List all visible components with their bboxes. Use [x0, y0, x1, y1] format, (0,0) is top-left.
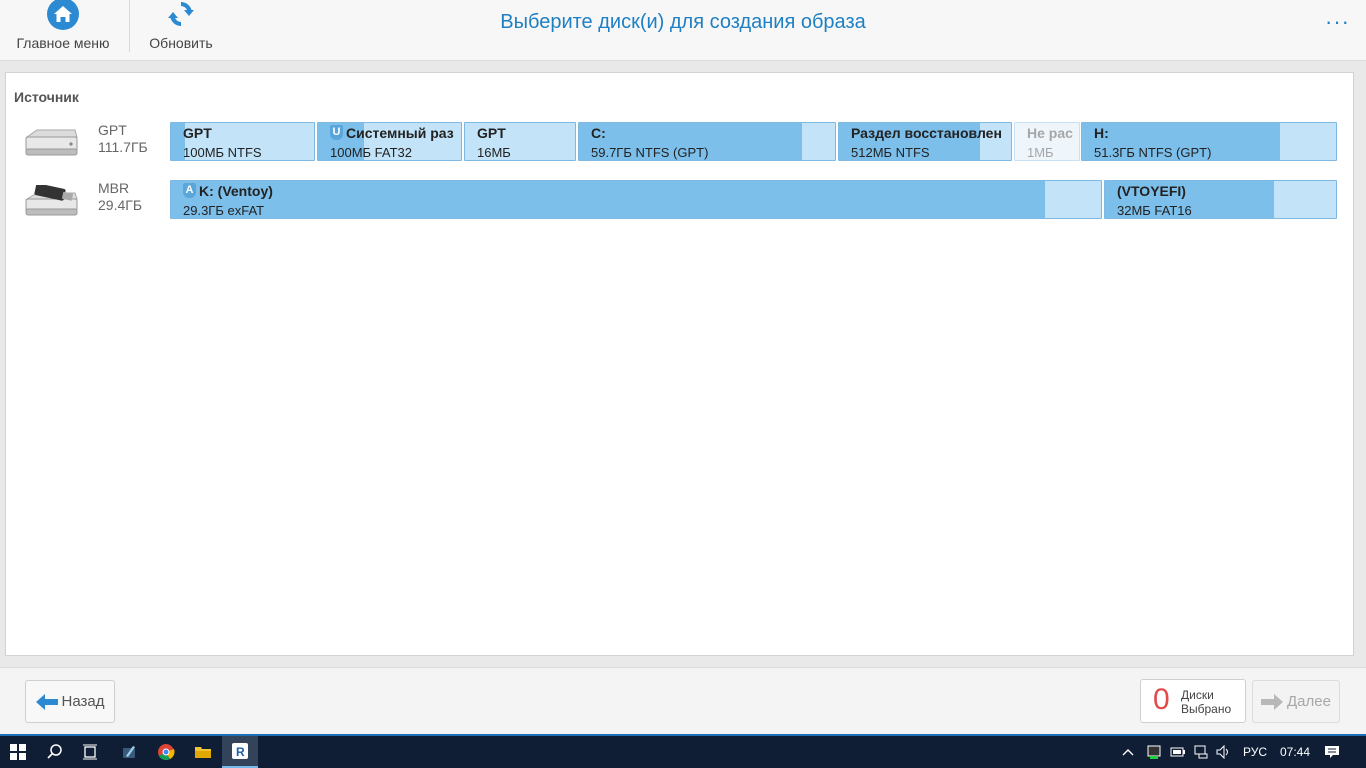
- partition-name: (VTOYEFI): [1117, 183, 1186, 199]
- partition-usage-bar: [171, 181, 1046, 218]
- speaker-icon: [1216, 745, 1228, 759]
- main-menu-label: Главное меню: [16, 35, 110, 51]
- taskbar-app-chrome[interactable]: [148, 736, 184, 768]
- tray-expand-button[interactable]: [1113, 736, 1143, 768]
- partition-info: 59.7ГБ NTFS (GPT): [591, 145, 709, 160]
- bottom-bar: Назад 0 Диски Выбрано Далее: [0, 667, 1366, 734]
- partition-info: 100МБ FAT32: [330, 145, 412, 160]
- arrow-right-icon: [1261, 693, 1284, 710]
- pen-app-icon: [123, 746, 135, 758]
- clock-time[interactable]: 07:44: [1280, 745, 1310, 759]
- source-label: Источник: [14, 89, 79, 105]
- next-label: Далее: [1287, 693, 1331, 710]
- partition-name: U Системный раз: [330, 125, 454, 141]
- partition-info: 29.3ГБ exFAT: [183, 203, 265, 218]
- selected-count: 0: [1153, 683, 1170, 716]
- task-view-button[interactable]: [72, 736, 108, 768]
- partition-name: Раздел восстановлен: [851, 125, 1002, 141]
- partition-info: 1МБ: [1027, 145, 1054, 160]
- back-button[interactable]: Назад: [25, 680, 115, 723]
- tray-battery[interactable]: [1166, 736, 1190, 768]
- partition-gpt-1[interactable]: GPT 100МБ NTFS: [170, 122, 315, 161]
- partition-vtoyefi[interactable]: (VTOYEFI) 32МБ FAT16: [1104, 180, 1337, 219]
- windows-logo-icon: [10, 744, 26, 760]
- partition-info: 16МБ: [477, 145, 511, 160]
- page-title: Выберите диск(и) для создания образа: [500, 11, 866, 33]
- taskbar-app-rescuezilla[interactable]: R: [222, 736, 258, 768]
- disk-type: MBR: [98, 180, 130, 196]
- task-view-icon: [83, 744, 97, 760]
- usb-drive-icon: [25, 185, 78, 216]
- partition-name: C:: [591, 125, 606, 141]
- windows-taskbar: R РУС 07:44: [0, 734, 1366, 768]
- disk-row-2[interactable]: MBR 29.4ГБ A K: (Ventoy) 29.3ГБ exFAT (VT…: [6, 180, 1355, 220]
- battery-icon: [1170, 747, 1185, 757]
- partition-gpt-2[interactable]: GPT 16МБ: [464, 122, 576, 161]
- notifications-icon: [1325, 746, 1339, 758]
- partition-name: Не рас: [1027, 125, 1073, 141]
- partition-info: 512МБ NTFS: [851, 145, 930, 160]
- chevron-up-icon: [1122, 749, 1134, 756]
- uefi-badge-icon: U: [330, 125, 343, 140]
- selected-disks-counter: 0 Диски Выбрано: [1140, 679, 1246, 723]
- r-app-icon: R: [232, 743, 248, 759]
- partition-name: H:: [1094, 125, 1109, 141]
- taskbar-app-explorer[interactable]: [185, 736, 221, 768]
- search-button[interactable]: [37, 736, 73, 768]
- next-button[interactable]: Далее: [1252, 680, 1340, 723]
- refresh-label: Обновить: [149, 35, 213, 51]
- top-toolbar: Главное меню Обновить Выберите диск(и) д…: [0, 0, 1366, 61]
- start-button[interactable]: [0, 736, 36, 768]
- network-status-icon: [1147, 745, 1161, 759]
- chrome-icon: [158, 744, 175, 761]
- partition-unallocated[interactable]: Не рас 1МБ: [1014, 122, 1080, 161]
- taskbar-app-pen[interactable]: [111, 736, 147, 768]
- svg-text:R: R: [236, 745, 245, 759]
- disk-size: 29.4ГБ: [98, 197, 143, 213]
- tray-network-activity[interactable]: [1142, 736, 1166, 768]
- disk-size: 111.7ГБ: [98, 139, 148, 155]
- partition-info: 32МБ FAT16: [1117, 203, 1192, 218]
- partition-name: GPT: [183, 125, 212, 141]
- action-center-button[interactable]: [1316, 736, 1348, 768]
- partition-name: A K: (Ventoy): [183, 183, 273, 199]
- active-badge-icon: A: [183, 183, 196, 198]
- more-options-button[interactable]: ···: [1325, 9, 1350, 35]
- partition-info: 100МБ NTFS: [183, 145, 262, 160]
- partition-ventoy[interactable]: A K: (Ventoy) 29.3ГБ exFAT: [170, 180, 1102, 219]
- disk-info: GPT 111.7ГБ: [98, 122, 148, 156]
- tray-network[interactable]: [1190, 736, 1214, 768]
- arrow-left-icon: [35, 693, 58, 710]
- disk-row-1[interactable]: GPT 111.7ГБ GPT 100МБ NTFS U Системный ра…: [6, 122, 1355, 162]
- tray-volume[interactable]: [1212, 736, 1236, 768]
- selected-label: Диски Выбрано: [1181, 688, 1232, 716]
- partition-h[interactable]: H: 51.3ГБ NTFS (GPT): [1081, 122, 1337, 161]
- disk-type: GPT: [98, 122, 127, 138]
- search-icon: [47, 744, 62, 759]
- folder-icon: [195, 747, 211, 758]
- back-label: Назад: [61, 693, 105, 710]
- ethernet-icon: [1194, 745, 1208, 759]
- partition-c[interactable]: C: 59.7ГБ NTFS (GPT): [578, 122, 836, 161]
- partition-name: GPT: [477, 125, 506, 141]
- input-language[interactable]: РУС: [1243, 745, 1267, 759]
- partition-recovery[interactable]: Раздел восстановлен 512МБ NTFS: [838, 122, 1012, 161]
- disk-info: MBR 29.4ГБ: [98, 180, 142, 214]
- partition-info: 51.3ГБ NTFS (GPT): [1094, 145, 1212, 160]
- disk-selection-panel: Источник GPT 111.7ГБ GPT 100МБ NTFS U Сис…: [5, 72, 1354, 656]
- partition-system[interactable]: U Системный раз 100МБ FAT32: [317, 122, 462, 161]
- hard-drive-icon: [25, 129, 78, 156]
